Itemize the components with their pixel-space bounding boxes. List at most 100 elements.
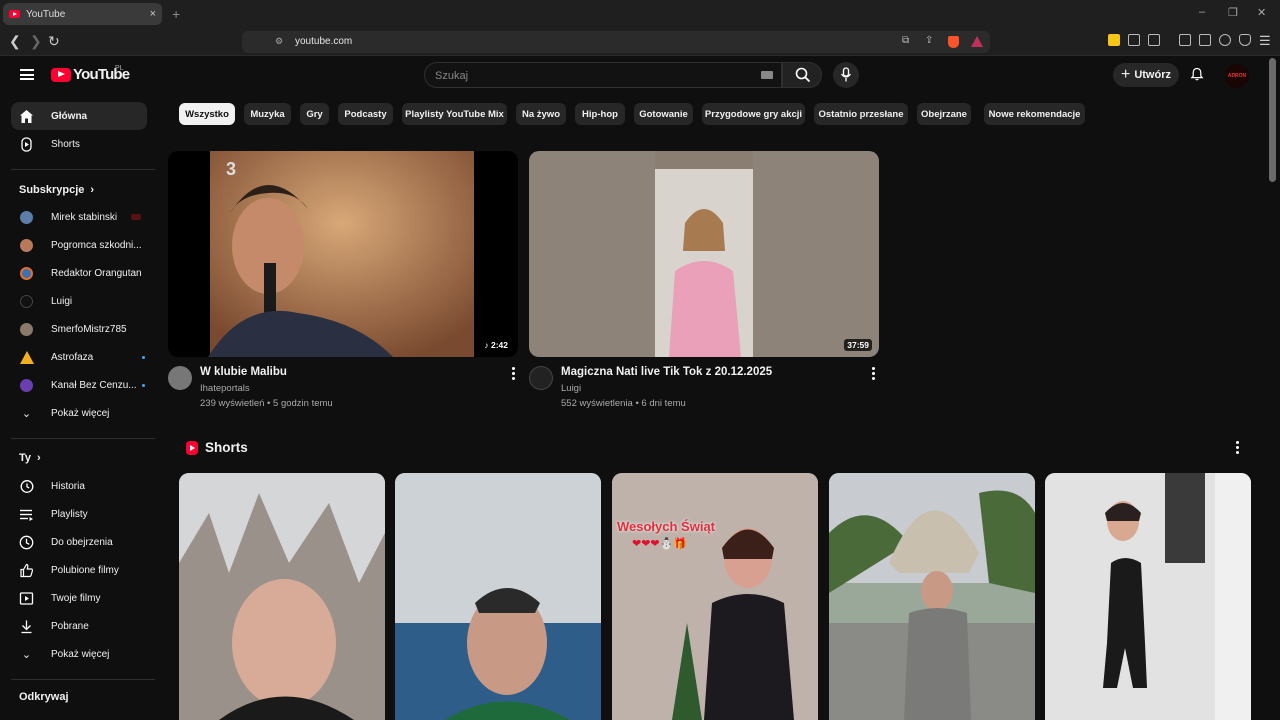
- sidebar-item-your-videos[interactable]: Twoje filmy: [11, 584, 147, 612]
- sidebar-item-subscription[interactable]: SmerfoMistrz785: [11, 315, 147, 343]
- chip-action-adventure[interactable]: Przygodowe gry akcji: [702, 103, 805, 125]
- sidebar-toggle-icon[interactable]: [1179, 34, 1191, 46]
- chip-games[interactable]: Gry: [300, 103, 329, 125]
- tab-close-icon[interactable]: ×: [150, 8, 156, 20]
- video-duration: ♪ 2:42: [481, 339, 511, 351]
- keyboard-icon[interactable]: [761, 71, 773, 79]
- watch-later-icon: [19, 535, 34, 549]
- video-menu-icon[interactable]: [872, 367, 875, 380]
- maximize-button[interactable]: ❐: [1228, 6, 1238, 19]
- extension-icon[interactable]: [1108, 34, 1120, 46]
- chevron-down-icon: ⌄: [21, 407, 32, 420]
- video-title[interactable]: W klubie Malibu: [200, 366, 287, 378]
- sidebar-item-history[interactable]: Historia: [11, 472, 147, 500]
- youtube-logo[interactable]: YouTube PL: [51, 65, 130, 83]
- wallet-icon[interactable]: [1148, 34, 1160, 46]
- short-thumbnail[interactable]: [395, 473, 601, 720]
- close-window-button[interactable]: ✕: [1257, 6, 1266, 19]
- address-bar[interactable]: ⚙ youtube.com ⧉ ⇪: [242, 31, 990, 53]
- video-channel[interactable]: Ihateportals: [200, 383, 250, 394]
- new-tab-button[interactable]: +: [172, 6, 180, 22]
- chip-hip-hop[interactable]: Hip-hop: [575, 103, 625, 125]
- chip-watched[interactable]: Obejrzane: [917, 103, 971, 125]
- video-thumbnail[interactable]: 37:59: [529, 151, 879, 357]
- microphone-icon: [840, 67, 852, 82]
- create-label: Utwórz: [1134, 69, 1171, 81]
- channel-avatar: [19, 378, 34, 393]
- channel-avatar[interactable]: [529, 366, 553, 390]
- chip-music[interactable]: Muzyka: [244, 103, 291, 125]
- short-thumbnail[interactable]: Wesołych Świąt ❤❤❤⛄🎁: [612, 473, 818, 720]
- sidebar-item-home[interactable]: Główna: [11, 102, 147, 130]
- sidebar-item-subscription[interactable]: Redaktor Orangutan: [11, 259, 147, 287]
- account-avatar[interactable]: ADRON: [1225, 64, 1249, 88]
- you-heading[interactable]: Ty ›: [19, 452, 41, 464]
- puzzle-extensions-icon[interactable]: [1128, 34, 1140, 46]
- short-overlay-text: Wesołych Świąt: [617, 519, 716, 534]
- minimize-button[interactable]: –: [1199, 6, 1205, 18]
- chip-podcasts[interactable]: Podcasty: [338, 103, 393, 125]
- video-channel[interactable]: Luigi: [561, 383, 581, 394]
- chip-youtube-mix[interactable]: Playlisty YouTube Mix: [402, 103, 507, 125]
- sidebar-item-downloads[interactable]: Pobrane: [11, 612, 147, 640]
- sidebar-item-label: Pogromca szkodni...: [51, 239, 142, 251]
- browser-menu-icon[interactable]: ☰: [1259, 33, 1271, 49]
- chip-cooking[interactable]: Gotowanie: [634, 103, 693, 125]
- short-thumbnail[interactable]: [829, 473, 1035, 720]
- sidebar-item-playlists[interactable]: Playlisty: [11, 500, 147, 528]
- chip-live[interactable]: Na żywo: [516, 103, 566, 125]
- site-info-icon[interactable]: ⚙: [275, 36, 283, 47]
- sidebar-item-subscription[interactable]: Mirek stabinski: [11, 203, 147, 231]
- plus-icon: +: [1120, 66, 1131, 83]
- reload-icon[interactable]: ↻: [48, 33, 60, 49]
- new-content-dot-icon: [142, 384, 145, 387]
- browser-tab[interactable]: YouTube ×: [3, 3, 162, 25]
- sidebar-item-label: Do obejrzenia: [51, 536, 113, 548]
- divider: [11, 169, 155, 170]
- video-menu-icon[interactable]: [512, 367, 515, 380]
- chevron-down-icon: ⌄: [21, 648, 32, 661]
- channel-avatar: [19, 322, 34, 337]
- forward-icon[interactable]: ❯: [30, 33, 42, 49]
- notifications-bell-icon[interactable]: [1190, 67, 1204, 81]
- browser-toolbar: ❮ ❯ ↻ ⚐ ⚙ youtube.com ⧉ ⇪ ☰: [0, 28, 1280, 56]
- sidebar-item-label: Polubione filmy: [51, 564, 119, 576]
- leo-ai-icon[interactable]: [1219, 34, 1231, 46]
- chip-recently-uploaded[interactable]: Ostatnio przesłane: [814, 103, 908, 125]
- vpn-shield-icon[interactable]: [1239, 34, 1251, 46]
- page-scrollbar[interactable]: [1269, 58, 1276, 182]
- shorts-menu-icon[interactable]: [1236, 441, 1239, 454]
- sidebar-item-subscription[interactable]: Luigi: [11, 287, 147, 315]
- guide-menu-icon[interactable]: [20, 69, 34, 80]
- voice-search-button[interactable]: [833, 62, 859, 88]
- sidebar-item-shorts[interactable]: Shorts: [11, 130, 147, 158]
- sidebar-item-subscription[interactable]: Astrofaza: [11, 343, 147, 371]
- brave-shield-icon[interactable]: [948, 36, 959, 48]
- browser-tab-strip: YouTube × + – ❐ ✕: [0, 0, 1280, 28]
- sidebar-show-more[interactable]: ⌄ Pokaż więcej: [11, 399, 147, 427]
- sidebar-item-subscription[interactable]: Pogromca szkodni...: [11, 231, 147, 259]
- back-icon[interactable]: ❮: [9, 33, 21, 49]
- video-thumbnail[interactable]: 3 ♪ 2:42: [168, 151, 518, 357]
- sidebar-item-label: Astrofaza: [51, 351, 94, 363]
- sidebar-item-subscription[interactable]: Kanał Bez Cenzu...: [11, 371, 147, 399]
- channel-avatar[interactable]: [168, 366, 192, 390]
- sidebar-item-liked-videos[interactable]: Polubione filmy: [11, 556, 147, 584]
- share-icon[interactable]: ⇪: [925, 35, 933, 46]
- search-input[interactable]: Szukaj: [424, 62, 782, 88]
- subscriptions-heading[interactable]: Subskrypcje ›: [19, 184, 94, 196]
- tab-search-icon[interactable]: [1199, 34, 1211, 46]
- search-button[interactable]: [782, 62, 822, 88]
- open-external-icon[interactable]: ⧉: [902, 35, 909, 46]
- create-button[interactable]: + Utwórz: [1113, 63, 1179, 87]
- brave-rewards-icon[interactable]: [971, 36, 983, 47]
- sidebar-show-more[interactable]: ⌄ Pokaż więcej: [11, 640, 147, 668]
- chip-new-to-you[interactable]: Nowe rekomendacje: [984, 103, 1085, 125]
- chip-all[interactable]: Wszystko: [179, 103, 235, 125]
- channel-avatar: [19, 210, 34, 225]
- short-thumbnail[interactable]: [1045, 473, 1251, 720]
- history-icon: [20, 479, 34, 493]
- video-title[interactable]: Magiczna Nati live Tik Tok z 20.12.2025: [561, 366, 772, 378]
- sidebar-item-watch-later[interactable]: Do obejrzenia: [11, 528, 147, 556]
- short-thumbnail[interactable]: [179, 473, 385, 720]
